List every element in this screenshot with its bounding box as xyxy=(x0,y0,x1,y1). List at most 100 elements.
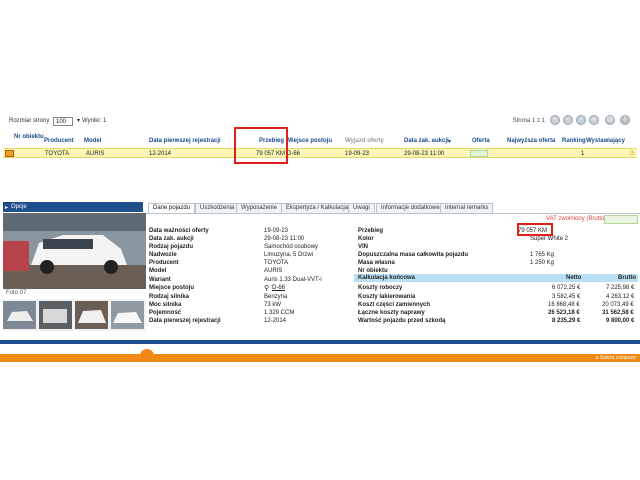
export-icon[interactable]: ⇩ xyxy=(620,115,630,125)
tab-informacje-dodatkowe[interactable]: Informacje dodatkowe xyxy=(376,203,445,213)
tab-uwagi[interactable]: Uwagi xyxy=(348,203,375,213)
print-icon[interactable]: ▤ xyxy=(605,115,615,125)
mileage-highlight-box xyxy=(517,223,553,236)
calc-row-label: Wartość pojazdu przed szkodą xyxy=(358,318,446,324)
table-row[interactable]: TOYOTA AURIS 12-2014 79 057 KM D-66 19-0… xyxy=(3,148,637,158)
col-producent[interactable]: Producent xyxy=(44,138,74,144)
location-pin-icon: ⚲ xyxy=(264,285,270,292)
sort-icon[interactable]: ▾ xyxy=(448,138,451,145)
cell-location: D-66 xyxy=(287,151,301,157)
detail-label: Model xyxy=(149,268,167,274)
col-ranking[interactable]: Ranking xyxy=(562,138,586,144)
col-first-registration[interactable]: Data pierwszej rejestracji xyxy=(149,138,221,144)
chevron-down-icon: ▾ xyxy=(77,118,81,124)
tab-wyposazenie[interactable]: Wyposażenie xyxy=(236,203,282,213)
cell-producer: TOYOTA xyxy=(45,151,70,157)
detail-value: Limuzyna, 5 Drzwi xyxy=(264,252,314,258)
calc-row-brutto: 9 800,00 € xyxy=(606,318,635,324)
detail-label: Nadwozie xyxy=(149,252,177,258)
calc-row-netto: 6 072,25 € xyxy=(552,285,581,291)
pager-label: Strona 1 z 1 xyxy=(512,118,545,124)
col-wyjazd-oferty[interactable]: Wyjazd oferty xyxy=(345,138,384,144)
calc-row-label: Koszty lakierowania xyxy=(358,294,416,300)
cell-first-registration: 12-2014 xyxy=(149,151,172,157)
footer-bar: a Solera company xyxy=(0,354,640,362)
detail-label: Rodzaj silnika xyxy=(149,294,190,300)
detail-value: Super White 2 xyxy=(530,236,569,242)
calc-title: Kalkulacja końcowa xyxy=(358,275,416,281)
col-wystawiajacy[interactable]: Wystawiający xyxy=(586,138,625,144)
page-size-select[interactable]: 100 xyxy=(53,117,73,126)
col-oferta[interactable]: Oferta xyxy=(472,138,490,144)
photo-thumbnail[interactable] xyxy=(39,301,72,329)
col-nr-obiektu[interactable]: Nr obiektu xyxy=(14,134,44,141)
calc-header: Kalkulacja końcowa Netto Brutto xyxy=(354,274,638,282)
detail-value: 19-09-23 xyxy=(264,228,289,234)
options-header[interactable]: ▸ Opcje xyxy=(3,202,143,212)
calc-netto-header: Netto xyxy=(566,275,582,281)
calc-row-brutto: 31 562,58 € xyxy=(602,310,634,316)
detail-label: Przebieg xyxy=(358,228,384,234)
car-photo-illustration xyxy=(3,213,146,289)
detail-label: Producent xyxy=(149,260,179,266)
tab-internal-remarks[interactable]: Internal remarks xyxy=(440,203,494,213)
tab-uszkodzenia[interactable]: Uszkodzenia xyxy=(195,203,240,213)
photo-caption-bar: Foto 07 xyxy=(3,289,146,299)
cell-offer-expiry: 19-09-23 xyxy=(345,151,370,157)
next-page-icon[interactable]: › xyxy=(576,115,586,125)
detail-value: AURIS xyxy=(264,268,283,274)
photo-thumbnail[interactable] xyxy=(75,301,108,329)
calc-row-label: Koszt części zamiennych xyxy=(358,302,431,308)
page-size-label: Rozmiar strony xyxy=(9,118,50,124)
col-miejsce-postoju[interactable]: Miejsce postoju xyxy=(287,138,332,144)
last-page-icon[interactable]: » xyxy=(589,115,599,125)
calc-row-label: Koszty roboczy xyxy=(358,285,403,291)
offer-input[interactable] xyxy=(470,150,488,157)
warning-icon: ⚠ xyxy=(629,150,636,157)
grid-header: Nr obiektu Producent Model Data pierwsze… xyxy=(0,134,640,148)
options-label: Opcje xyxy=(11,204,27,210)
calc-row-netto: 8 235,29 € xyxy=(552,318,581,324)
cell-model: AURIS xyxy=(86,151,105,157)
toolbar: Rozmiar strony 100 ▾ Wyniki: 1 Strona 1 … xyxy=(0,112,640,134)
tab-ekspertyza[interactable]: Ekspertyza / Kalkulacja xyxy=(281,203,354,213)
tab-dane-pojazdu[interactable]: Dane pojazdu xyxy=(148,203,196,213)
mileage-highlight-box xyxy=(234,127,288,164)
vat-input[interactable] xyxy=(604,215,638,224)
col-model[interactable]: Model xyxy=(84,138,101,144)
detail-label: Masa własna xyxy=(358,260,395,266)
first-page-icon[interactable]: « xyxy=(550,115,560,125)
detail-label: Data zak. aukcji xyxy=(149,236,194,242)
vat-label: VAT zwolniony (Brutto) xyxy=(546,216,607,222)
calc-row-netto: 16 868,48 € xyxy=(548,302,580,308)
detail-label: Data ważności oferty xyxy=(149,228,209,234)
cell-ranking: 1 xyxy=(581,151,585,157)
photo-caption: Foto 07 xyxy=(6,290,27,296)
col-najwyzsza-oferta[interactable]: Najwyższa oferta xyxy=(507,138,555,144)
photo-thumbnail[interactable] xyxy=(111,301,144,329)
detail-label: Pojemność xyxy=(149,310,182,316)
detail-value: Auris 1.33 Dual-VVT-i xyxy=(264,277,322,283)
detail-value: 29-08-23 11:00 xyxy=(264,236,305,242)
col-data-zak-aukcji[interactable]: Data zak. aukcji xyxy=(404,138,449,144)
detail-label: Kolor xyxy=(358,236,374,242)
photo-thumbnail[interactable] xyxy=(3,301,36,329)
calc-row-brutto: 7 225,98 € xyxy=(606,285,635,291)
prev-page-icon[interactable]: ‹ xyxy=(563,115,573,125)
calc-row-brutto: 4 263,12 € xyxy=(606,294,635,300)
detail-label: Data pierwszej rejestracji xyxy=(149,318,221,324)
detail-value: 1 765 Kg xyxy=(530,252,555,258)
vehicle-main-photo[interactable] xyxy=(3,213,146,289)
location-link[interactable]: D-66 xyxy=(272,285,285,292)
detail-value: Samochód osobowy xyxy=(264,244,319,250)
detail-label: Miejsce postoju xyxy=(149,285,195,291)
vehicle-row-icon[interactable] xyxy=(5,150,14,157)
detail-label: Wariant xyxy=(149,277,171,283)
photo-thumbnails xyxy=(3,299,146,331)
detail-label: Moc silnika xyxy=(149,302,182,308)
detail-label: Rodzaj pojazdu xyxy=(149,244,193,250)
calc-row-brutto: 20 073,49 € xyxy=(602,302,634,308)
bottom-divider xyxy=(0,340,640,344)
detail-label: Dopuszczalna masa całkowita pojazdu xyxy=(358,252,469,258)
footer-text: a Solera company xyxy=(595,355,636,361)
